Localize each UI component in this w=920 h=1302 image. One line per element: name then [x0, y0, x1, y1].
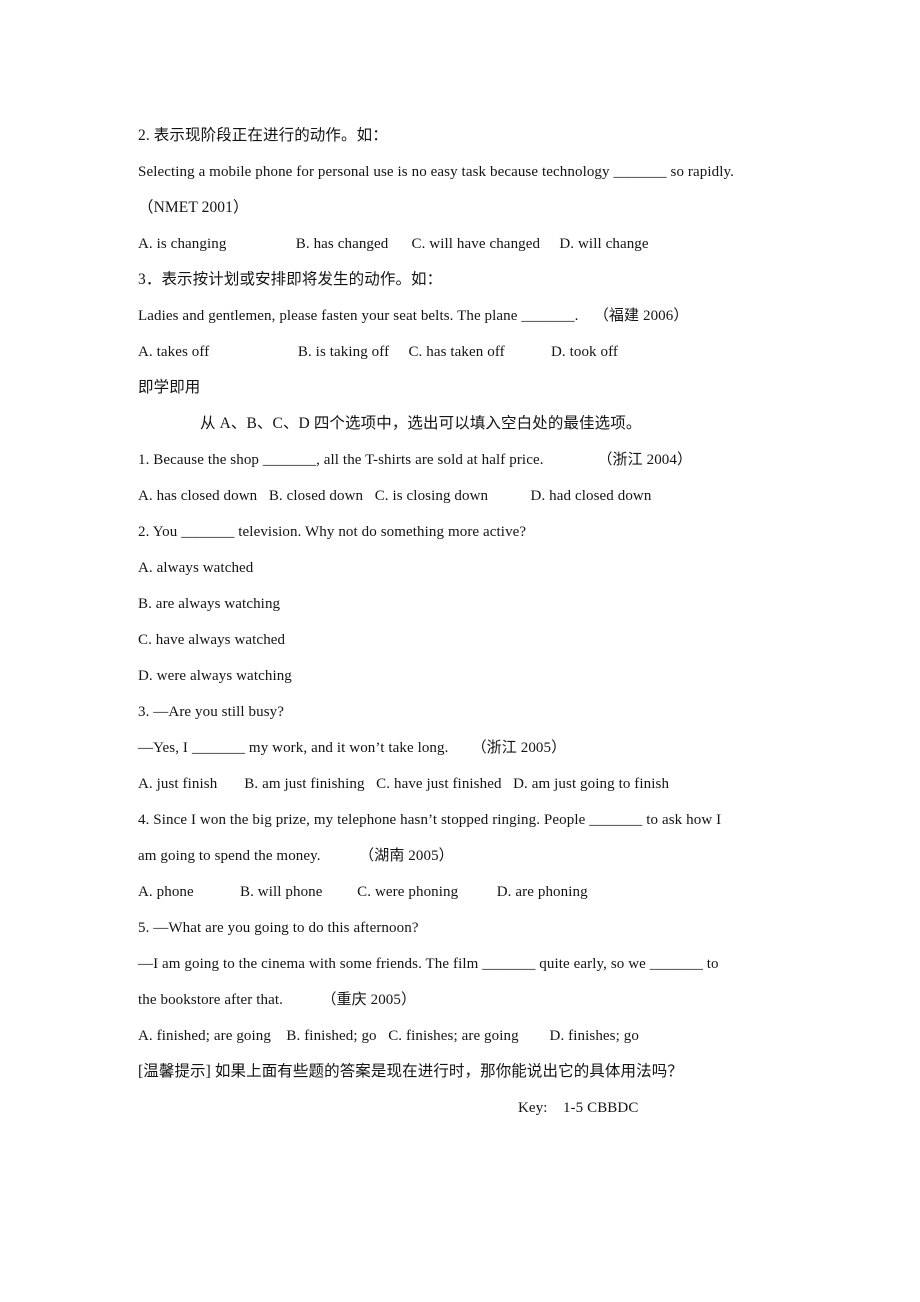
question-4-options: A. phone B. will phone C. were phoning D…	[138, 884, 588, 900]
question-1-options: A. has closed down B. closed down C. is …	[138, 488, 652, 504]
question-2-option-c: C. have always watched	[138, 632, 286, 648]
question-3-options: A. just finish B. am just finishing C. h…	[138, 776, 670, 792]
heading-point-2: 2. 表示现阶段正在进行的动作。如：	[138, 127, 388, 144]
question-5-stem-line-1: 5. —What are you going to do this aftern…	[138, 920, 419, 936]
question-4-stem-line-1: 4. Since I won the big prize, my telepho…	[138, 812, 722, 828]
question-2-option-a: A. always watched	[138, 560, 254, 576]
heading-point-3: 3．表示按计划或安排即将发生的动作。如：	[138, 271, 443, 288]
question-5-stem-line-3: the bookstore after that. （重庆 2005）	[138, 992, 417, 1008]
question-2-stem: 2. You _______ television. Why not do so…	[138, 524, 527, 540]
practice-instruction: 从 A、B、C、D 四个选项中，选出可以填入空白处的最佳选项。	[200, 415, 642, 432]
question-2-option-b: B. are always watching	[138, 596, 281, 612]
document-body: 2. 表示现阶段正在进行的动作。如： Selecting a mobile ph…	[138, 118, 782, 1126]
document-page: 2. 表示现阶段正在进行的动作。如： Selecting a mobile ph…	[0, 0, 920, 1302]
question-2-option-d: D. were always watching	[138, 668, 292, 684]
question-4-stem-line-2: am going to spend the money. （湖南 2005）	[138, 848, 454, 864]
question-3-stem-line-2: —Yes, I _______ my work, and it won’t ta…	[138, 740, 567, 756]
question-3-stem-line-1: 3. —Are you still busy?	[138, 704, 285, 720]
tip-note: [温馨提示] 如果上面有些题的答案是现在进行时，那你能说出它的具体用法吗？	[138, 1063, 683, 1080]
options-nmet2001: A. is changing B. has changed C. will ha…	[138, 236, 649, 252]
options-fujian2006: A. takes off B. is taking off C. has tak…	[138, 344, 619, 360]
question-5-options: A. finished; are going B. finished; go C…	[138, 1028, 639, 1044]
example-sentence-fujian2006: Ladies and gentlemen, please fasten your…	[138, 308, 689, 324]
section-heading-practice: 即学即用	[138, 379, 201, 396]
question-5-stem-line-2: —I am going to the cinema with some frie…	[138, 956, 719, 972]
question-1-stem: 1. Because the shop _______, all the T-s…	[138, 452, 693, 468]
source-nmet2001: （NMET 2001）	[138, 199, 249, 216]
example-sentence-nmet2001: Selecting a mobile phone for personal us…	[138, 164, 734, 180]
answer-key: Key: 1-5 CBBDC	[518, 1100, 639, 1116]
